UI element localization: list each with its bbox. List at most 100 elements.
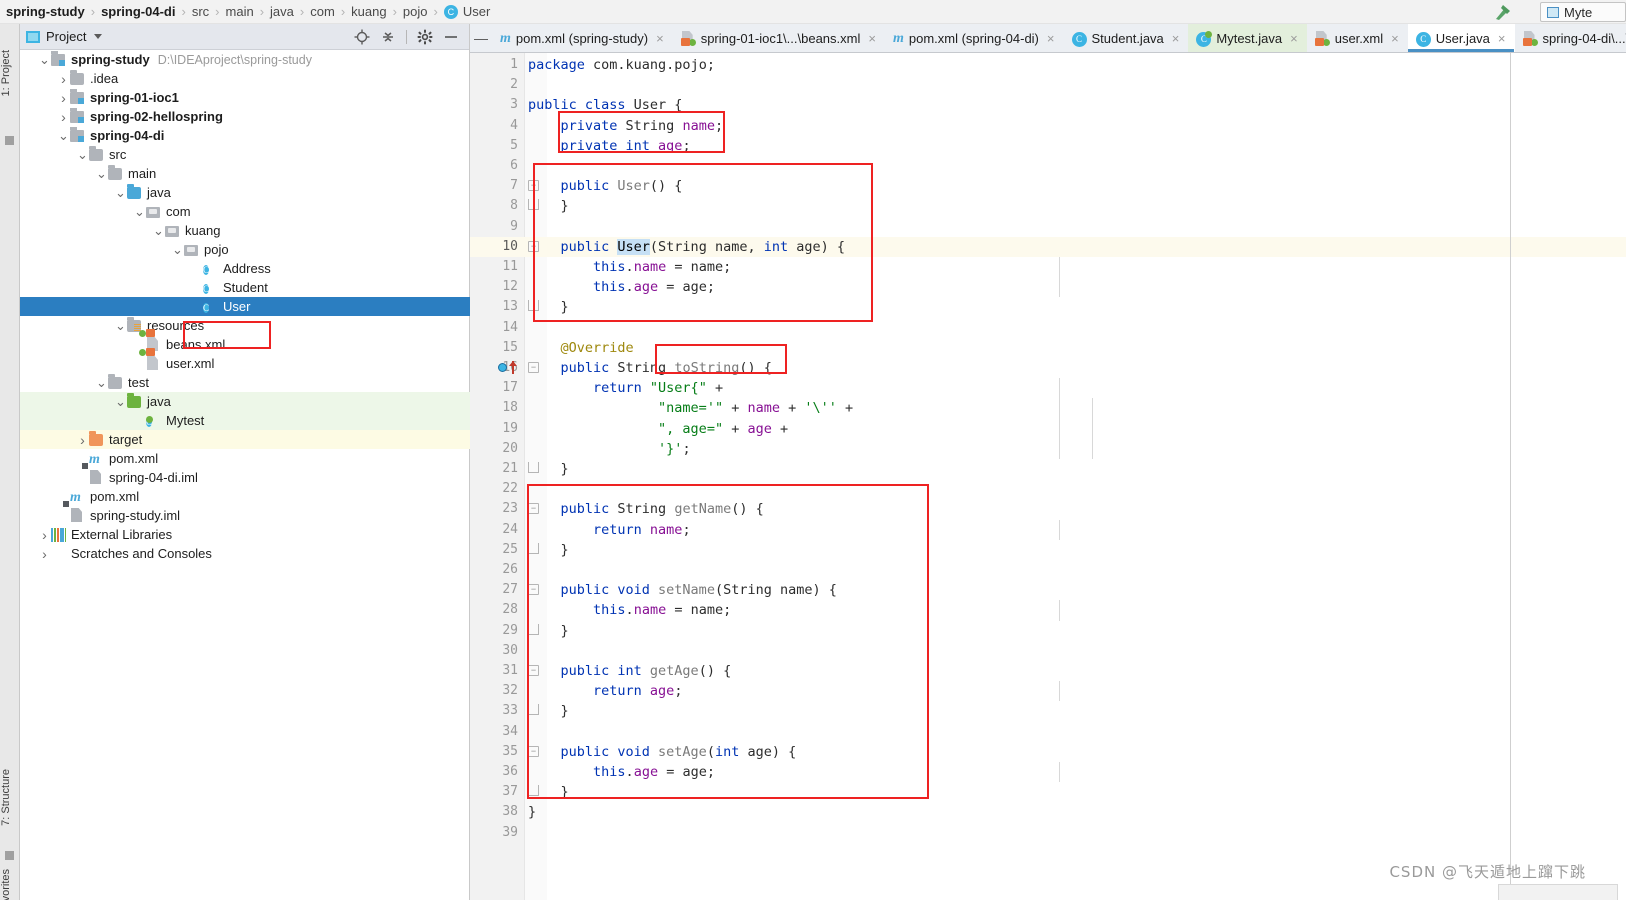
build-hammer-icon[interactable] [1492, 3, 1512, 21]
chevron-down-icon[interactable] [94, 34, 103, 39]
code-line-12[interactable]: 12 this.age = age; [470, 277, 1626, 297]
locate-icon[interactable] [354, 29, 370, 45]
tree-item-pom-xml[interactable]: m pom.xml [20, 487, 470, 506]
chevron-right-icon[interactable]: › [38, 527, 51, 543]
breadcrumb-item-src[interactable]: src [192, 4, 209, 19]
code-line-38[interactable]: 38} [470, 802, 1626, 822]
chevron-down-icon[interactable]: ⌄ [38, 53, 51, 66]
tree-item-spring-study[interactable]: ⌄ spring-study D:\IDEAproject\spring-study [20, 50, 470, 69]
tree-item-address[interactable]: C Address [20, 259, 470, 278]
tree-item-mytest[interactable]: C Mytest [20, 411, 470, 430]
tree-item-spring-study-iml[interactable]: spring-study.iml [20, 506, 470, 525]
project-tree[interactable]: ⌄ spring-study D:\IDEAproject\spring-study… [20, 50, 470, 900]
tree-item-java[interactable]: ⌄ java [20, 183, 470, 202]
tree-item-main[interactable]: ⌄ main [20, 164, 470, 183]
code-line-36[interactable]: 36 this.age = age; [470, 762, 1626, 782]
code-line-30[interactable]: 30 [470, 641, 1626, 661]
close-icon[interactable]: × [1391, 31, 1399, 46]
code-line-32[interactable]: 32 return age; [470, 681, 1626, 701]
code-line-5[interactable]: 5 private int age; [470, 136, 1626, 156]
code-line-35[interactable]: 35 public void setAge(int age) { [470, 742, 1626, 762]
tree-item-spring-01-ioc1[interactable]: › spring-01-ioc1 [20, 88, 470, 107]
breadcrumb-item-spring-04-di[interactable]: spring-04-di [101, 4, 175, 19]
breadcrumb-item-kuang[interactable]: kuang [351, 4, 386, 19]
tree-item-spring-04-di-iml[interactable]: spring-04-di.iml [20, 468, 470, 487]
code-line-26[interactable]: 26 [470, 560, 1626, 580]
code-line-17[interactable]: 17 return "User{" + [470, 378, 1626, 398]
code-line-22[interactable]: 22 [470, 479, 1626, 499]
code-line-16[interactable]: 16 public String toString() { [470, 358, 1626, 378]
chevron-right-icon[interactable]: › [57, 109, 70, 125]
chevron-down-icon[interactable]: ⌄ [95, 376, 108, 389]
collapse-all-icon[interactable] [380, 29, 396, 45]
code-line-23[interactable]: 23 public String getName() { [470, 499, 1626, 519]
code-line-4[interactable]: 4 private String name; [470, 116, 1626, 136]
breadcrumb-item-java[interactable]: java [270, 4, 294, 19]
code-line-27[interactable]: 27 public void setName(String name) { [470, 580, 1626, 600]
tree-item-kuang[interactable]: ⌄ kuang [20, 221, 470, 240]
code-line-19[interactable]: 19 ", age=" + age + [470, 419, 1626, 439]
tree-item-user-xml[interactable]: user.xml [20, 349, 470, 373]
tree-item-java[interactable]: ⌄ java [20, 392, 470, 411]
editor-tab-user-java[interactable]: C User.java × [1407, 24, 1515, 52]
code-line-21[interactable]: 21 } [470, 459, 1626, 479]
tree-item-resources[interactable]: ⌄ resources [20, 316, 470, 335]
chevron-down-icon[interactable]: ⌄ [95, 167, 108, 180]
breadcrumb-item-pojo[interactable]: pojo [403, 4, 428, 19]
code-line-18[interactable]: 18 "name='" + name + '\'' + [470, 398, 1626, 418]
tree-item-external-libraries[interactable]: › External Libraries [20, 525, 470, 544]
code-fold-toggle-35[interactable]: − [528, 745, 539, 757]
code-line-8[interactable]: 8 } [470, 196, 1626, 216]
chevron-down-icon[interactable]: ⌄ [133, 205, 146, 218]
code-line-2[interactable]: 2 [470, 75, 1626, 95]
code-line-28[interactable]: 28 this.name = name; [470, 600, 1626, 620]
chevron-down-icon[interactable]: ⌄ [57, 129, 70, 142]
tree-item--idea[interactable]: › .idea [20, 69, 470, 88]
tree-item-user[interactable]: C User [20, 297, 470, 316]
code-fold-toggle-27[interactable]: − [528, 584, 539, 596]
code-fold-toggle-10[interactable]: − [528, 240, 539, 252]
code-line-34[interactable]: 34 [470, 722, 1626, 742]
breadcrumb-item-user[interactable]: C User [443, 4, 490, 19]
code-line-15[interactable]: 15 @Override [470, 338, 1626, 358]
tree-item-target[interactable]: › target [20, 430, 470, 449]
gear-icon[interactable] [417, 29, 433, 45]
tree-item-student[interactable]: C Student [20, 278, 470, 297]
tree-item-src[interactable]: ⌄ src [20, 145, 470, 164]
tree-item-com[interactable]: ⌄ com [20, 202, 470, 221]
code-line-31[interactable]: 31 public int getAge() { [470, 661, 1626, 681]
code-line-1[interactable]: 1 package com.kuang.pojo; [470, 55, 1626, 75]
close-icon[interactable]: × [868, 31, 876, 46]
chevron-right-icon[interactable]: › [57, 71, 70, 87]
code-line-24[interactable]: 24 return name; [470, 520, 1626, 540]
tool-window-project[interactable]: 1: Project [0, 50, 20, 96]
code-fold-toggle-7[interactable]: − [528, 180, 539, 192]
editor-tab-spring-01-ioc1-beans-xml[interactable]: spring-01-ioc1\...\beans.xml × [673, 24, 885, 52]
close-icon[interactable]: × [656, 31, 664, 46]
tabs-collapse-icon[interactable]: — [470, 24, 492, 52]
code-line-20[interactable]: 20 '}'; [470, 439, 1626, 459]
editor-tab-user-xml[interactable]: user.xml × [1307, 24, 1408, 52]
method-implemented-marker-icon[interactable] [498, 363, 507, 372]
chevron-right-icon[interactable]: › [76, 432, 89, 448]
code-line-6[interactable]: 6 [470, 156, 1626, 176]
tree-item-spring-04-di[interactable]: ⌄ spring-04-di [20, 126, 470, 145]
code-editor[interactable]: 1 package com.kuang.pojo; 2 3 public class U… [470, 53, 1626, 900]
editor-tab-mytest-java[interactable]: C Mytest.java × [1188, 24, 1307, 52]
breadcrumb-item-main[interactable]: main [226, 4, 254, 19]
close-icon[interactable]: × [1290, 31, 1298, 46]
chevron-right-icon[interactable]: › [38, 546, 51, 562]
code-line-37[interactable]: 37 } [470, 782, 1626, 802]
editor-tab-spring-04-di-[interactable]: spring-04-di\...\ [1515, 24, 1626, 52]
code-fold-toggle-23[interactable]: − [528, 503, 539, 515]
editor-tab-bar[interactable]: — m pom.xml (spring-study) × spring-01-ioc1… [470, 24, 1626, 53]
hide-panel-icon[interactable] [443, 29, 459, 45]
close-icon[interactable]: × [1172, 31, 1180, 46]
override-arrow-icon[interactable] [509, 361, 517, 374]
chevron-right-icon[interactable]: › [57, 90, 70, 106]
code-fold-toggle-31[interactable]: − [528, 665, 539, 676]
code-line-7[interactable]: 7 public User() { [470, 176, 1626, 196]
code-line-10[interactable]: 10 public User(String name, int age) { [470, 236, 1626, 257]
code-line-11[interactable]: 11 this.name = name; [470, 257, 1626, 277]
chevron-down-icon[interactable]: ⌄ [114, 395, 127, 408]
